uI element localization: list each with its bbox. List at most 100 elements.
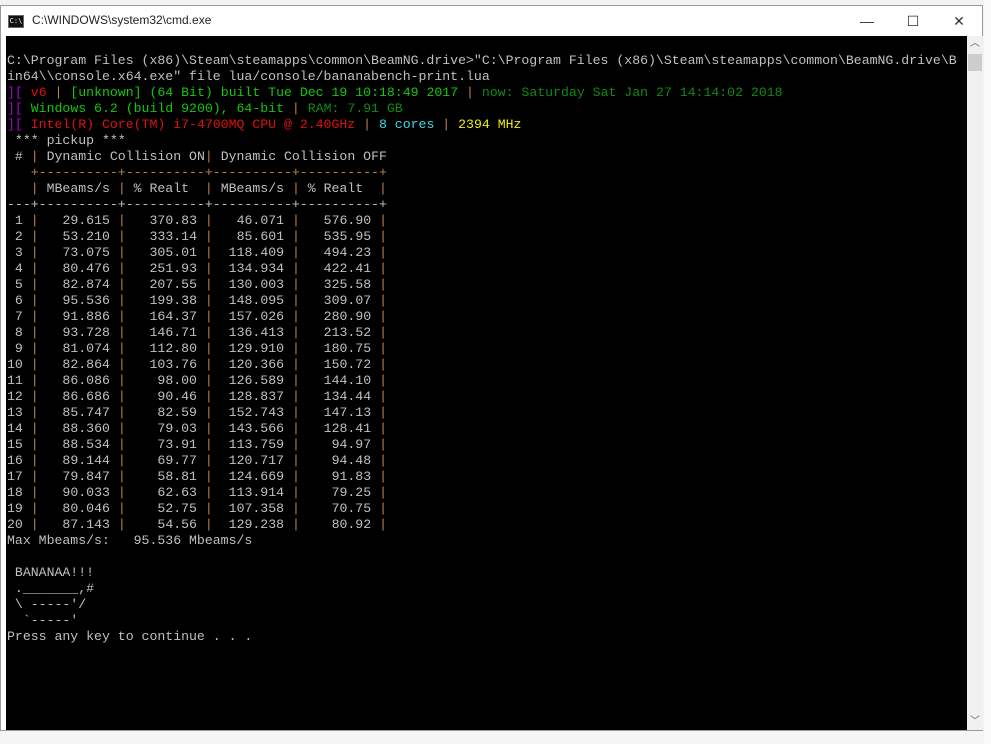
- table-cell: 88.534: [62, 437, 110, 452]
- table-cell: 82.59: [157, 405, 197, 420]
- ram-info: RAM: 7.91 GB: [307, 101, 403, 116]
- table-cell: 180.75: [323, 341, 372, 356]
- table-row: 3 | 73.075 | 305.01 | 118.409 | 494.23 |: [14, 245, 387, 260]
- desktop-background: [984, 0, 991, 744]
- build-info-line: ][ v6 | [unknown] (64 Bit) built Tue Dec…: [7, 85, 957, 101]
- table-row: 16 | 89.144 | 69.77 | 120.717 | 94.48 |: [7, 453, 387, 468]
- table-cell: 58.81: [157, 469, 197, 484]
- table-row: 9 | 81.074 | 112.80 | 129.910 | 180.75 |: [14, 341, 387, 356]
- separator: |: [434, 117, 459, 132]
- row-index: 18: [7, 485, 23, 500]
- table-cell: 118.409: [228, 245, 285, 260]
- table-cell: 79.03: [157, 421, 197, 436]
- minimize-button[interactable]: —: [844, 6, 890, 36]
- table-cell: 126.589: [228, 373, 285, 388]
- scroll-down-icon[interactable]: ﹀: [967, 714, 983, 730]
- table-border: +----------+----------+----------+------…: [7, 165, 387, 180]
- row-index: 13: [7, 405, 23, 420]
- table-column-header: | MBeams/s | % Realt | MBeams/s | % Real…: [30, 181, 387, 196]
- title-bar[interactable]: C:\ C:\WINDOWS\system32\cmd.exe — ☐ ✕: [1, 6, 982, 36]
- table-cell: 88.360: [62, 421, 110, 436]
- table-cell: 207.55: [149, 277, 197, 292]
- table-cell: 93.728: [62, 325, 110, 340]
- table-cell: 81.074: [62, 341, 110, 356]
- table-cell: 164.37: [149, 309, 197, 324]
- vertical-scrollbar[interactable]: ︿ ﹀: [967, 36, 983, 730]
- table-cell: 152.743: [228, 405, 285, 420]
- table-cell: 80.046: [62, 501, 110, 516]
- table-cell: 79.25: [331, 485, 372, 500]
- table-cell: 325.58: [323, 277, 372, 292]
- table-cell: 70.75: [331, 501, 372, 516]
- bracket: ][: [7, 101, 31, 116]
- row-index: 17: [7, 469, 23, 484]
- table-cell: 80.92: [331, 517, 372, 532]
- table-cell: 134.44: [323, 389, 372, 404]
- separator: |: [355, 117, 379, 132]
- console-output[interactable]: C:\Program Files (x86)\Steam\steamapps\c…: [6, 36, 967, 730]
- table-cell: 91.886: [62, 309, 110, 324]
- table-cell: 134.934: [228, 261, 285, 276]
- version: v6: [30, 85, 47, 100]
- row-index: 20: [7, 517, 23, 532]
- table-row: 2 | 53.210 | 333.14 | 85.601 | 535.95 |: [14, 229, 387, 244]
- banana-art-line: BANANAA!!!: [7, 565, 95, 580]
- separator: |: [284, 101, 308, 116]
- scrollbar-thumb[interactable]: [968, 54, 982, 71]
- table-cell: 147.13: [323, 405, 372, 420]
- table-cell: 73.075: [62, 245, 110, 260]
- table-cell: 98.00: [157, 373, 197, 388]
- table-cell: 113.914: [228, 485, 285, 500]
- table-row: 19 | 80.046 | 52.75 | 107.358 | 70.75 |: [7, 501, 387, 516]
- table-cell: 29.615: [62, 213, 110, 228]
- command-line: C:\Program Files (x86)\Steam\steamapps\c…: [7, 53, 957, 68]
- table-cell: 85.601: [236, 229, 285, 244]
- row-index: 7: [14, 309, 23, 324]
- table-cell: 79.847: [62, 469, 110, 484]
- table-cell: 53.210: [62, 229, 110, 244]
- row-index: 12: [7, 389, 23, 404]
- table-row: 8 | 93.728 | 146.71 | 136.413 | 213.52 |: [14, 325, 387, 340]
- row-index: 8: [14, 325, 23, 340]
- row-index: 16: [7, 453, 23, 468]
- table-body: 1 | 29.615 | 370.83 | 46.071 | 576.90 | …: [7, 213, 957, 533]
- desktop-background-bottom: [0, 731, 984, 744]
- table-cell: 107.358: [228, 501, 285, 516]
- scroll-up-icon[interactable]: ︿: [967, 36, 983, 52]
- bracket: ][: [7, 117, 31, 132]
- table-group-header: # | Dynamic Collision ON| Dynamic Collis…: [7, 149, 387, 164]
- table-cell: 86.686: [62, 389, 110, 404]
- table-cell: 82.874: [62, 277, 110, 292]
- section-title: *** pickup ***: [7, 133, 126, 148]
- index-header: #: [7, 149, 31, 164]
- cpu-info: Intel(R) Core(TM) i7-4700MQ CPU @ 2.40GH…: [30, 117, 356, 132]
- table-cell: 128.41: [323, 421, 372, 436]
- banana-art-line: `-----': [7, 613, 79, 628]
- column-header: MBeams/s: [212, 181, 292, 196]
- table-cell: 129.238: [228, 517, 285, 532]
- table-cell: 280.90: [323, 309, 372, 324]
- row-index: 1: [14, 213, 23, 228]
- table-cell: 113.759: [228, 437, 285, 452]
- group-header-off: Dynamic Collision OFF: [212, 149, 387, 164]
- table-cell: 54.56: [157, 517, 197, 532]
- row-index: 5: [14, 277, 23, 292]
- table-cell: 124.669: [228, 469, 285, 484]
- table-cell: 199.38: [149, 293, 197, 308]
- group-header-on: Dynamic Collision ON: [38, 149, 205, 164]
- table-cell: 251.93: [149, 261, 197, 276]
- table-cell: 128.837: [228, 389, 285, 404]
- row-index: 15: [7, 437, 23, 452]
- table-cell: 494.23: [323, 245, 372, 260]
- row-index: 3: [14, 245, 23, 260]
- table-cell: 90.46: [157, 389, 197, 404]
- command-line-continued: in64\\console.x64.exe" file lua/console/…: [7, 69, 490, 84]
- table-cell: 86.086: [62, 373, 110, 388]
- table-cell: 148.095: [228, 293, 285, 308]
- table-cell: 62.63: [157, 485, 197, 500]
- close-button[interactable]: ✕: [936, 6, 982, 36]
- build-info: [unknown] (64 Bit) built Tue Dec 19 10:1…: [70, 85, 459, 100]
- maximize-button[interactable]: ☐: [890, 6, 936, 36]
- cores-info: 8 cores: [378, 117, 435, 132]
